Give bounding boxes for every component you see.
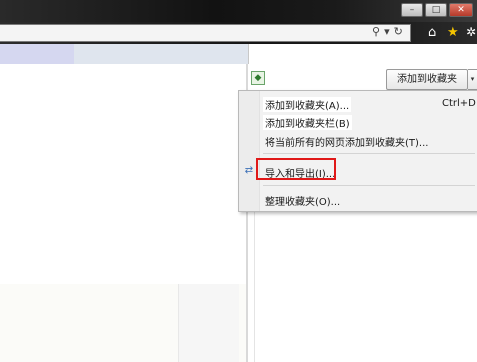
address-input[interactable]	[0, 24, 411, 42]
menu-separator	[263, 153, 475, 154]
menu-item-organize-favorites[interactable]: 整理收藏夹(O)...	[265, 193, 340, 208]
window-controls: – □ ✕	[401, 3, 473, 17]
menu-item-add-to-favorites[interactable]: 添加到收藏夹(A)...	[263, 97, 352, 112]
add-to-favorites-button[interactable]: 添加到收藏夹	[386, 69, 468, 90]
close-button[interactable]: ✕	[449, 3, 473, 17]
minimize-button[interactable]: –	[401, 3, 423, 17]
refresh-icon[interactable]: ↻	[394, 25, 407, 38]
import-export-icon: ⇄	[244, 165, 254, 176]
tab-new[interactable]	[74, 44, 248, 64]
dropdown-icon[interactable]: ▾	[384, 25, 394, 38]
address-bar-row: ⚲▾↻ ⌂ ★ ✲	[0, 22, 477, 44]
web-page-content	[0, 64, 246, 362]
menu-shortcut-ctrl-d: Ctrl+D	[442, 98, 476, 109]
menu-item-import-export[interactable]: 导入和导出(I)...	[265, 165, 335, 180]
home-icon[interactable]: ⌂	[428, 25, 436, 40]
window-title-bar: – □ ✕	[0, 0, 477, 22]
menu-item-add-to-favorites-bar[interactable]: 添加到收藏夹栏(B)	[263, 115, 352, 130]
favorites-bar-icon[interactable]: ◆	[251, 71, 265, 85]
star-icon[interactable]: ★	[447, 25, 459, 40]
favorites-pane-header	[248, 44, 477, 64]
tab-strip	[0, 44, 248, 64]
search-icon[interactable]: ⚲	[372, 25, 384, 38]
menu-item-add-all-tabs[interactable]: 将当前所有的网页添加到收藏夹(T)...	[265, 134, 428, 149]
maximize-button[interactable]: □	[425, 3, 447, 17]
page-side-panel	[178, 284, 239, 362]
favorites-dropdown-menu: 添加到收藏夹(A)... Ctrl+D 添加到收藏夹栏(B) 将当前所有的网页添…	[238, 90, 477, 212]
add-to-favorites-dropdown[interactable]: ▾	[468, 69, 477, 90]
menu-icon-gutter	[239, 91, 260, 211]
gear-icon[interactable]: ✲	[466, 25, 476, 39]
menu-separator	[263, 185, 475, 186]
address-bar-actions: ⚲▾↻	[372, 25, 407, 38]
tab-active[interactable]	[0, 44, 74, 64]
pane-inner-divider	[254, 210, 255, 362]
